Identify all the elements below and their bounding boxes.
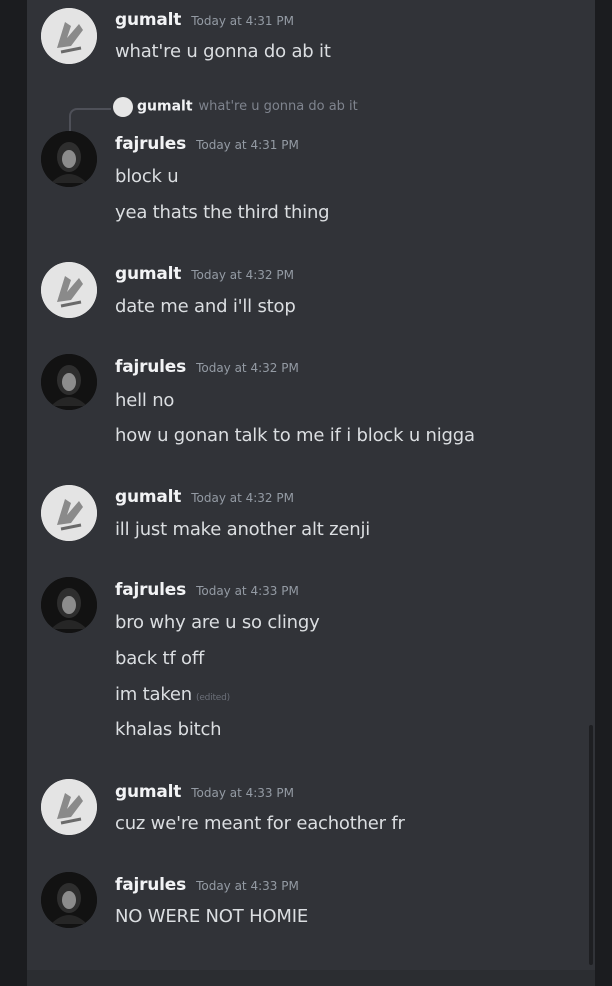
message-text: back tf off: [115, 648, 205, 669]
message-header: fajrules Today at 4:32 PM: [115, 357, 299, 381]
message-header: gumalt Today at 4:31 PM: [115, 10, 294, 34]
timestamp: Today at 4:32 PM: [191, 491, 294, 505]
message-text: im taken (edited): [115, 684, 230, 705]
dark-hooded-avatar-icon[interactable]: [41, 872, 97, 928]
composer-edge: [27, 970, 595, 986]
dark-hooded-avatar-icon[interactable]: [41, 131, 97, 187]
timestamp: Today at 4:32 PM: [191, 268, 294, 282]
message-text: ill just make another alt zenji: [115, 519, 371, 540]
message-text: khalas bitch: [115, 719, 222, 740]
message-text: what're u gonna do ab it: [115, 41, 331, 62]
timestamp: Today at 4:33 PM: [191, 786, 294, 800]
message-header: fajrules Today at 4:33 PM: [115, 875, 299, 899]
timestamp: Today at 4:31 PM: [191, 14, 294, 28]
message-text: how u gonan talk to me if i block u nigg…: [115, 425, 475, 446]
chat-panel: gumalt Today at 4:31 PM what're u gonna d…: [27, 0, 595, 986]
message-text: block u: [115, 166, 179, 187]
username[interactable]: fajrules: [115, 134, 186, 154]
dark-hooded-avatar-icon[interactable]: [41, 577, 97, 633]
username[interactable]: fajrules: [115, 357, 186, 377]
message-text: bro why are u so clingy: [115, 612, 320, 633]
message-text: yea thats the third thing: [115, 202, 330, 223]
hand-gesture-avatar-icon[interactable]: [41, 485, 97, 541]
message-text: cuz we're meant for eachother fr: [115, 813, 405, 834]
edited-label: (edited): [196, 693, 230, 703]
window-edge: [595, 0, 612, 986]
scrollbar[interactable]: [589, 725, 593, 965]
message-text: date me and i'll stop: [115, 296, 296, 317]
username[interactable]: gumalt: [115, 264, 181, 284]
username[interactable]: gumalt: [115, 487, 181, 507]
timestamp: Today at 4:32 PM: [196, 361, 299, 375]
reply-text: what're u gonna do ab it: [198, 99, 358, 114]
message-text-content: im taken: [115, 684, 193, 705]
dark-hooded-avatar-icon[interactable]: [41, 354, 97, 410]
reply-preview[interactable]: gumalt what're u gonna do ab it: [113, 96, 358, 120]
timestamp: Today at 4:33 PM: [196, 584, 299, 598]
reply-author: gumalt: [137, 98, 193, 115]
message-header: fajrules Today at 4:33 PM: [115, 580, 299, 604]
reply-avatar-icon: [113, 96, 133, 117]
username[interactable]: fajrules: [115, 875, 186, 895]
message-header: fajrules Today at 4:31 PM: [115, 134, 299, 158]
username[interactable]: fajrules: [115, 580, 186, 600]
message-header: gumalt Today at 4:32 PM: [115, 264, 294, 288]
timestamp: Today at 4:33 PM: [196, 879, 299, 893]
hand-gesture-avatar-icon[interactable]: [41, 779, 97, 835]
hand-gesture-avatar-icon[interactable]: [41, 8, 97, 64]
message-header: gumalt Today at 4:33 PM: [115, 782, 294, 806]
message-text: NO WERE NOT HOMIE: [115, 906, 308, 927]
hand-gesture-avatar-icon[interactable]: [41, 262, 97, 318]
message-header: gumalt Today at 4:32 PM: [115, 487, 294, 511]
timestamp: Today at 4:31 PM: [196, 138, 299, 152]
message-text: hell no: [115, 390, 175, 411]
username[interactable]: gumalt: [115, 10, 181, 30]
username[interactable]: gumalt: [115, 782, 181, 802]
